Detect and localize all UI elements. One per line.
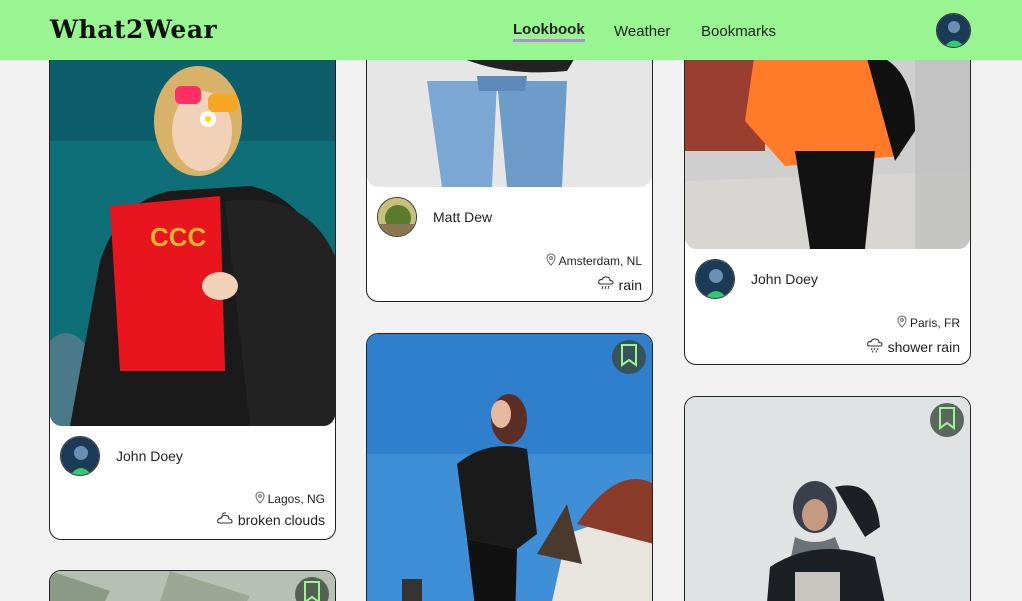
post-username[interactable]: John Doey — [116, 448, 183, 464]
post-username[interactable]: Matt Dew — [433, 209, 492, 225]
bookmark-icon — [303, 580, 321, 601]
nav-weather[interactable]: Weather — [614, 23, 670, 40]
app-logo[interactable]: What2Wear — [50, 15, 217, 44]
location-pin-icon — [546, 253, 556, 269]
weather-label: shower rain — [887, 339, 960, 355]
rain-icon — [597, 276, 614, 294]
post-photo[interactable] — [50, 571, 335, 601]
post-photo[interactable]: CCC — [50, 0, 335, 426]
broken-clouds-icon — [216, 512, 233, 528]
post-weather: rain — [597, 276, 642, 294]
location-pin-icon — [897, 315, 907, 331]
post-info: John Doey Paris, FR shower rain — [685, 249, 970, 364]
post-weather: broken clouds — [216, 512, 325, 528]
post-location: Paris, FR — [897, 315, 960, 331]
bookmark-icon — [938, 406, 956, 435]
post-username[interactable]: John Doey — [751, 271, 818, 287]
post-card[interactable] — [684, 396, 971, 601]
avatar[interactable] — [60, 436, 100, 476]
avatar[interactable] — [377, 197, 417, 237]
top-navbar: What2Wear Lookbook Weather Bookmarks — [0, 0, 1022, 60]
nav-lookbook[interactable]: Lookbook — [513, 21, 585, 42]
user-avatar[interactable] — [936, 13, 971, 48]
shower-rain-icon — [866, 338, 883, 356]
bookmark-icon — [620, 343, 638, 372]
post-photo[interactable] — [367, 334, 652, 601]
bookmark-button[interactable] — [612, 340, 646, 374]
post-info: Matt Dew Amsterdam, NL rain — [367, 187, 652, 301]
post-photo[interactable] — [685, 397, 970, 601]
location-label: Lagos, NG — [267, 492, 325, 506]
post-location: Amsterdam, NL — [546, 253, 642, 269]
post-weather: shower rain — [866, 338, 960, 356]
weather-label: broken clouds — [237, 512, 325, 528]
bookmark-button[interactable] — [930, 403, 964, 437]
nav-bookmarks[interactable]: Bookmarks — [701, 23, 776, 40]
svg-text:CCC: CCC — [150, 222, 207, 252]
post-card[interactable] — [49, 570, 336, 601]
location-label: Paris, FR — [909, 316, 960, 330]
post-card[interactable] — [366, 333, 653, 601]
weather-label: rain — [618, 277, 642, 293]
location-label: Amsterdam, NL — [558, 254, 642, 268]
avatar[interactable] — [695, 259, 735, 299]
post-info: John Doey Lagos, NG broken clouds — [50, 426, 335, 539]
post-location: Lagos, NG — [255, 491, 325, 507]
post-card[interactable]: CCC John Doey Lagos, NG broken clouds — [49, 0, 336, 540]
location-pin-icon — [255, 491, 265, 507]
